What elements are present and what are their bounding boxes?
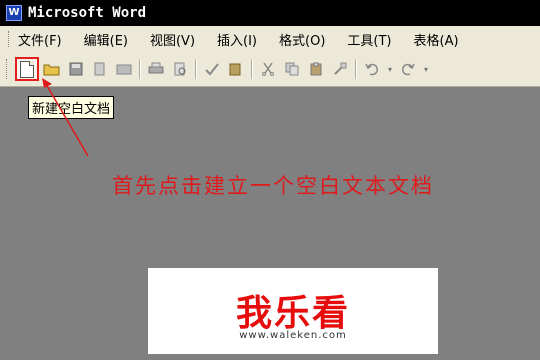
watermark: 我乐看 www.waleken.com <box>148 268 438 354</box>
redo-button[interactable] <box>397 58 419 80</box>
paintbrush-icon <box>334 62 347 75</box>
undo-button[interactable] <box>361 58 383 80</box>
toolbar-separator <box>251 59 253 79</box>
window-title: Microsoft Word <box>28 5 147 21</box>
copy-button[interactable] <box>281 58 303 80</box>
new-blank-document-button[interactable] <box>15 57 39 81</box>
clipboard-icon <box>310 62 322 76</box>
toolbar-separator <box>195 59 197 79</box>
copy-icon <box>285 62 299 76</box>
paste-button[interactable] <box>305 58 327 80</box>
undo-arrow-icon <box>365 63 379 76</box>
scissors-icon <box>262 62 274 76</box>
undo-dropdown-button[interactable]: ▾ <box>385 58 395 80</box>
permission-button[interactable] <box>89 58 111 80</box>
spelling-button[interactable] <box>201 58 223 80</box>
annotation-text: 首先点击建立一个空白文本文档 <box>112 174 434 198</box>
toolbar-grip[interactable] <box>6 59 10 79</box>
printer-icon <box>148 62 164 74</box>
email-button[interactable] <box>113 58 135 80</box>
toolbar-separator <box>355 59 357 79</box>
menubar-grip[interactable] <box>8 31 12 47</box>
menu-tools[interactable]: 工具(T) <box>347 30 391 49</box>
folder-icon <box>43 64 60 76</box>
new-document-tooltip: 新建空白文档 <box>28 96 115 119</box>
floppy-disk-icon <box>69 62 83 76</box>
format-painter-button[interactable] <box>329 58 351 80</box>
watermark-url: www.waleken.com <box>239 330 347 341</box>
menu-edit[interactable]: 编辑(E) <box>84 30 128 49</box>
spelling-check-icon <box>205 63 219 76</box>
menu-file[interactable]: 文件(F) <box>18 30 62 49</box>
chevron-down-icon: ▾ <box>387 64 392 74</box>
print-preview-icon <box>174 62 186 76</box>
title-bar: W Microsoft Word <box>0 0 540 26</box>
chevron-down-icon: ▾ <box>423 64 428 74</box>
menu-table[interactable]: 表格(A) <box>414 30 459 49</box>
research-book-icon <box>229 63 241 76</box>
toolbar-separator <box>139 59 141 79</box>
email-icon <box>116 64 132 75</box>
redo-arrow-icon <box>401 63 415 76</box>
redo-dropdown-button[interactable]: ▾ <box>421 58 431 80</box>
permission-icon <box>94 62 105 76</box>
open-button[interactable] <box>41 58 63 80</box>
new-document-icon <box>20 60 34 78</box>
cut-button[interactable] <box>257 58 279 80</box>
standard-toolbar: ▾ ▾ <box>0 52 540 87</box>
menu-view[interactable]: 视图(V) <box>150 30 195 49</box>
watermark-logo: 我乐看 <box>235 293 350 334</box>
save-button[interactable] <box>65 58 87 80</box>
word-app-icon[interactable]: W <box>6 5 22 21</box>
research-button[interactable] <box>225 58 247 80</box>
menu-bar: 文件(F) 编辑(E) 视图(V) 插入(I) 格式(O) 工具(T) 表格(A… <box>0 26 540 53</box>
print-preview-button[interactable] <box>169 58 191 80</box>
menu-insert[interactable]: 插入(I) <box>217 30 257 49</box>
menu-format[interactable]: 格式(O) <box>279 30 325 49</box>
print-button[interactable] <box>145 58 167 80</box>
